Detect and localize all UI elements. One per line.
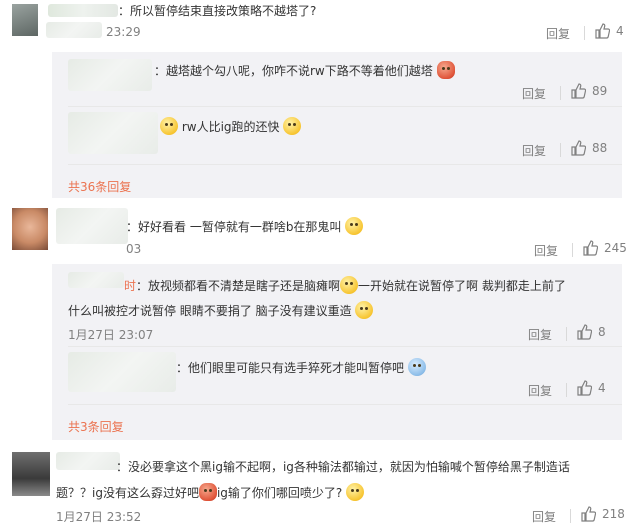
like-button[interactable]: 218 (580, 506, 625, 522)
thumbs-up-icon (577, 380, 592, 396)
divider (68, 404, 622, 405)
divider (68, 346, 622, 347)
blush-emoji-icon (160, 117, 178, 135)
thumbs-up-icon (595, 23, 610, 39)
like-count: 245 (604, 241, 627, 255)
like-count: 88 (592, 141, 608, 155)
like-count: 89 (592, 84, 608, 98)
divider (68, 106, 622, 107)
crying-emoji-icon (345, 217, 364, 235)
reply-text: ：越塔越个勾八呢，你咋不说rw下路不等着他们越塔 (154, 61, 455, 79)
comment-text: ：好好看看 一暂停就有一群啥b在那鬼叫 (126, 217, 364, 235)
thumbs-up-icon (571, 83, 586, 99)
like-count: 8 (598, 325, 606, 339)
like-button[interactable]: 245 (582, 240, 627, 256)
reply-text: ：他们眼里可能只有选手猝死才能叫暂停吧 (176, 358, 426, 376)
comment-time: 23:29 (106, 25, 141, 39)
avatar[interactable] (12, 452, 50, 496)
comment-time: 03 (126, 242, 142, 256)
reply-time: 1月27日 23:07 (68, 328, 154, 342)
reply-button[interactable]: 回复 (532, 508, 556, 525)
like-button[interactable]: 4 (594, 23, 624, 39)
like-button[interactable]: 89 (570, 83, 607, 99)
avatar[interactable] (12, 4, 38, 36)
shocked-emoji-icon (407, 358, 426, 376)
blurred-date (46, 22, 102, 38)
reply-button[interactable]: 回复 (528, 326, 552, 343)
comment-text: ：没必要拿这个黑ig输不起啊，ig各种输法都输过，就因为怕输喊个暂停给黑子制造话 (116, 460, 570, 474)
comment-text: ：所以暂停结束直接改策略不越塔了? (48, 2, 316, 19)
blurred-username (68, 272, 124, 288)
thumbs-up-icon (577, 324, 592, 340)
reply-button[interactable]: 回复 (546, 25, 570, 42)
more-replies-link[interactable]: 共36条回复 (68, 178, 131, 195)
reply-text-continued: 什么叫被控才说暂停 眼睛不要捐了 脑子没有建议重造 (68, 301, 374, 319)
like-button[interactable]: 8 (576, 324, 606, 340)
reply-button[interactable]: 回复 (522, 142, 546, 159)
blurred-avatar (68, 112, 158, 154)
thumbs-up-icon (581, 506, 596, 522)
like-count: 4 (616, 24, 624, 38)
thumbs-up-icon (571, 140, 586, 156)
blurred-username (56, 452, 120, 470)
smile-emoji-icon (355, 301, 374, 319)
thumbs-up-icon (583, 240, 598, 256)
avatar[interactable] (12, 208, 48, 250)
blurred-avatar (68, 59, 152, 91)
divider (570, 509, 571, 523)
divider (560, 143, 561, 157)
thinking-emoji-icon (340, 276, 359, 294)
more-replies-link[interactable]: 共3条回复 (68, 418, 124, 435)
reply-text: 时：放视频都看不清楚是瞎子还是脑瘫啊 一开始就在说暂停了啊 裁判都走上前了 (124, 276, 566, 294)
divider (566, 383, 567, 397)
blurred-username (56, 208, 128, 244)
divider (566, 327, 567, 341)
blurred-avatar (68, 352, 176, 392)
reply-button[interactable]: 回复 (528, 382, 552, 399)
reply-button[interactable]: 回复 (522, 85, 546, 102)
comment-text-continued: 题？？ig没有这么孬过好吧 ig输了你们哪回喷少了? (56, 483, 365, 501)
username-blurred[interactable] (48, 4, 118, 17)
comment-time: 1月27日 23:52 (56, 510, 142, 524)
reply-button[interactable]: 回复 (534, 242, 558, 259)
like-button[interactable]: 4 (576, 380, 606, 396)
crab-emoji-icon (436, 61, 455, 79)
like-count: 218 (602, 507, 625, 521)
smile-emoji-icon (346, 483, 365, 501)
crab-emoji-icon (198, 483, 217, 501)
yawn-emoji-icon (283, 117, 302, 135)
divider (68, 164, 622, 165)
reply-text: rw人比ig跑的还快 (160, 117, 302, 135)
like-count: 4 (598, 381, 606, 395)
divider (560, 86, 561, 100)
divider (572, 243, 573, 257)
divider (584, 26, 585, 40)
like-button[interactable]: 88 (570, 140, 607, 156)
